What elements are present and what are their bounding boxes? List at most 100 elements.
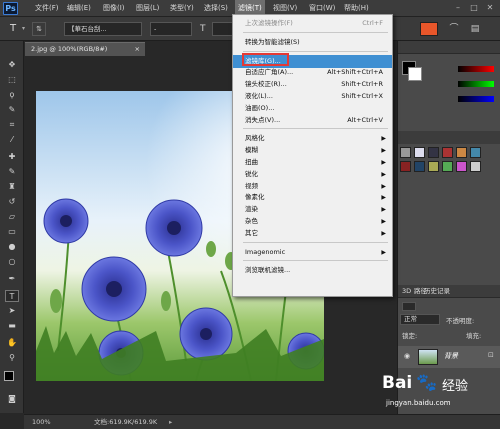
menu-0[interactable]: 文件(F): [32, 0, 62, 17]
filter-menu-item-label: 渲染: [245, 205, 258, 214]
filter-menu-item-label: 杂色: [245, 217, 258, 225]
gradient-tool-icon[interactable]: ▭: [5, 226, 19, 238]
character-panel-icon[interactable]: ▤: [468, 22, 482, 36]
menu-2[interactable]: 图像(I): [100, 0, 128, 17]
layer-name: 背景: [444, 352, 458, 360]
filter-menu-item[interactable]: 上次滤镜操作(F) Ctrl+F: [233, 17, 392, 30]
fill-label: 填充:: [466, 332, 482, 340]
menu-separator: [243, 50, 388, 52]
layer-filter-select[interactable]: [402, 302, 416, 311]
highlight-annotation-box: [242, 53, 289, 66]
font-family-select[interactable]: 【華石台刮...: [64, 22, 142, 36]
watermark-brand-suffix: 经验: [442, 379, 469, 394]
filter-menu-item-shortcut: Ctrl+F: [362, 19, 383, 27]
opacity-label: 不透明度:: [446, 317, 475, 325]
layer-visibility-eye-icon[interactable]: ◉: [404, 352, 410, 360]
history-brush-tool-icon[interactable]: ↺: [5, 196, 19, 208]
filter-menu-item-label: 视频: [245, 181, 258, 190]
menu-separator: [243, 260, 388, 262]
lock-label: 锁定:: [402, 332, 418, 340]
filter-menu-item-label: 模糊: [245, 146, 258, 155]
quick-select-tool-icon[interactable]: ✎: [5, 104, 19, 116]
watermark-url: jingyan.baidu.com: [386, 399, 451, 407]
red-slider[interactable]: [458, 66, 494, 72]
eyedropper-tool-icon[interactable]: ⁄: [5, 134, 19, 146]
hand-tool-icon[interactable]: ✋: [5, 337, 19, 349]
filter-menu-item[interactable]: Imagenomic ▶: [233, 246, 392, 259]
font-size-select[interactable]: [212, 22, 234, 36]
filter-menu-item-label: 转换为智能滤镜(S): [245, 37, 300, 46]
paw-icon: 🐾: [416, 373, 438, 393]
layers-tabs: 3D 路径 历史记录: [398, 285, 500, 298]
blue-slider[interactable]: [458, 96, 494, 102]
dodge-tool-icon[interactable]: ○: [5, 256, 19, 268]
filter-menu-item-label: 扭曲: [245, 158, 258, 166]
color-panel-background-swatch[interactable]: [408, 67, 422, 81]
move-tool-icon[interactable]: ✥: [5, 59, 19, 71]
healing-brush-tool-icon[interactable]: ✚: [5, 151, 19, 163]
filter-menu-item-label: 镜头校正(R)...: [245, 80, 287, 89]
menu-separator: [243, 31, 388, 33]
maximize-button[interactable]: □: [468, 3, 480, 13]
menu-4[interactable]: 类型(Y): [167, 0, 197, 17]
styles-panel-header: [398, 131, 500, 144]
marquee-tool-icon[interactable]: ⬚: [5, 74, 19, 86]
right-panels: 3D 路径 历史记录 正常 不透明度: 锁定: 填充: ◉ 背景 ⊡: [397, 41, 500, 414]
menu-5[interactable]: 选择(S): [201, 0, 231, 17]
menu-separator: [243, 241, 388, 243]
tab-3d[interactable]: 3D: [402, 285, 411, 298]
lasso-tool-icon[interactable]: ϙ: [5, 89, 19, 101]
status-menu-arrow-icon[interactable]: ▸: [169, 415, 172, 429]
pen-tool-icon[interactable]: ✒: [5, 273, 19, 285]
filter-menu-item[interactable]: 转换为智能滤镜(S): [233, 36, 392, 49]
text-orientation-icon[interactable]: ⇅: [32, 22, 46, 36]
filter-menu-item-label: 自适应广角(A)...: [245, 68, 294, 77]
path-selection-tool-icon[interactable]: ➤: [5, 305, 19, 317]
eraser-tool-icon[interactable]: ▱: [5, 211, 19, 223]
zoom-tool-icon[interactable]: ⚲: [5, 352, 19, 364]
zoom-level[interactable]: 100%: [32, 415, 51, 429]
type-tool-preset-icon[interactable]: T: [6, 22, 20, 36]
filter-menu-item-label: Imagenomic: [245, 247, 286, 256]
photoshop-logo: Ps: [3, 2, 18, 15]
filter-menu-item[interactable]: 消失点(V)... Alt+Ctrl+V: [233, 114, 392, 127]
blend-mode-select[interactable]: 正常: [400, 314, 440, 325]
font-size-icon: T: [200, 24, 206, 34]
layer-lock-icon: ⊡: [488, 351, 494, 359]
crop-tool-icon[interactable]: ⌗: [5, 119, 19, 131]
filter-menu-item-label: 浏览联机滤镜...: [245, 266, 291, 275]
menu-1[interactable]: 编辑(E): [64, 0, 94, 17]
tab-history[interactable]: 历史记录: [424, 285, 450, 298]
filter-menu-item-label: 风格化: [245, 134, 265, 143]
font-style-select[interactable]: -: [150, 22, 192, 36]
tools-panel: ✥ ⬚ ϙ ✎ ⌗ ⁄ ✚ ✎ ♜ ↺ ▱ ▭ ● ○ ✒ T ➤ ▬ ✋ ⚲ …: [0, 41, 24, 413]
filter-menu-item-label: 像素化: [245, 193, 265, 202]
watermark-brand: Bai: [382, 373, 413, 393]
filter-menu-item[interactable]: 浏览联机滤镜...: [233, 264, 392, 277]
preset-dropdown-arrow-icon[interactable]: ▾: [22, 25, 25, 32]
close-document-icon[interactable]: ×: [135, 43, 140, 56]
filter-menu-item[interactable]: 其它 ▶: [233, 227, 392, 240]
blur-tool-icon[interactable]: ●: [5, 241, 19, 253]
close-window-button[interactable]: ✕: [484, 3, 496, 13]
minimize-button[interactable]: –: [452, 3, 464, 13]
clone-stamp-tool-icon[interactable]: ♜: [5, 181, 19, 193]
foreground-color-swatch[interactable]: [4, 371, 14, 381]
text-color-swatch[interactable]: [420, 22, 438, 36]
baidu-watermark: Bai 🐾 经验 jingyan.baidu.com: [382, 371, 492, 413]
filter-menu-item-label: 液化(L)...: [245, 92, 273, 100]
filter-menu-item-label: 其它: [245, 228, 258, 237]
filter-menu-item-label: 消失点(V)...: [245, 115, 281, 124]
submenu-arrow-icon: ▶: [381, 229, 386, 237]
green-slider[interactable]: [458, 81, 494, 87]
status-bar: 100% 文档:619.9K/619.9K ▸: [24, 414, 500, 429]
quick-mask-icon[interactable]: ◙: [5, 393, 19, 405]
type-tool-icon[interactable]: T: [5, 290, 19, 302]
document-tab[interactable]: 2.jpg @ 100%(RGB/8#) ×: [25, 42, 145, 56]
warp-text-icon[interactable]: ⌒: [447, 22, 461, 36]
shape-tool-icon[interactable]: ▬: [5, 320, 19, 332]
brush-tool-icon[interactable]: ✎: [5, 166, 19, 178]
menu-3[interactable]: 图层(L): [133, 0, 162, 17]
layer-row-background[interactable]: ◉ 背景 ⊡: [398, 346, 500, 368]
menu-separator: [243, 128, 388, 130]
